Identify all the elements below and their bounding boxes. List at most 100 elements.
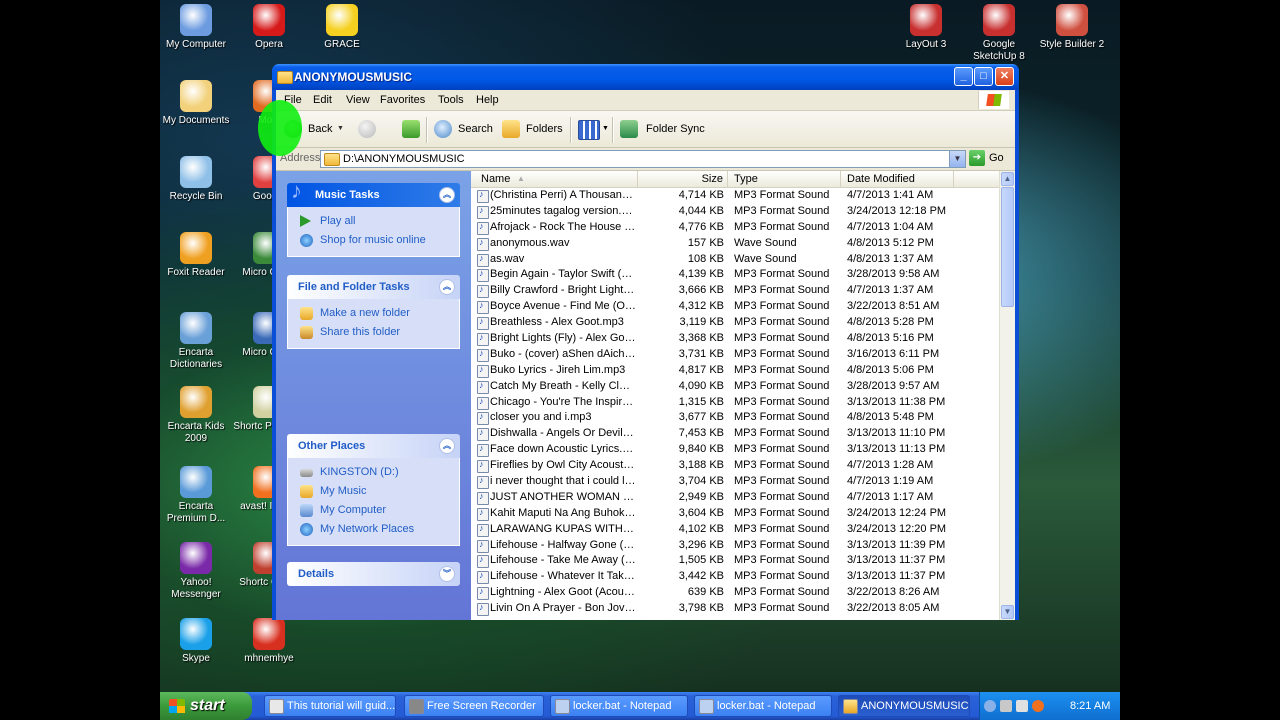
column-name[interactable]: Name ▲ [471,171,638,187]
chevron-up-icon[interactable]: ︽ [439,438,455,454]
address-dropdown-icon[interactable]: ▼ [949,151,965,167]
taskbar-label: This tutorial will guid... [287,700,396,712]
file-folder-tasks-header[interactable]: File and Folder Tasks ︽ [287,275,460,299]
file-row[interactable]: Lifehouse - Take Me Away (A... 1,505 KB MP… [471,553,1000,569]
desktop-icon[interactable]: Skype [160,618,232,665]
desktop-icon[interactable]: My Computer [160,4,232,51]
file-row[interactable]: Boyce Avenue - Find Me (Offi... 4,312 KB M… [471,299,1000,315]
file-row[interactable]: closer you and i.mp3 3,677 KB MP3 Format S… [471,410,1000,426]
folder-sync-button[interactable]: Folder Sync [620,120,705,138]
desktop-icon[interactable]: mhnemhye [233,618,305,665]
file-row[interactable]: i never thought that i could lo... 3,704 … [471,474,1000,490]
file-row[interactable]: Lifehouse - Whatever It Take... 3,442 KB M… [471,569,1000,585]
menu-view[interactable]: View [346,94,370,106]
file-row[interactable]: Buko - (cover) aShen dAiche... 3,731 KB MP… [471,347,1000,363]
column-size[interactable]: Size [638,171,728,187]
back-dropdown-icon[interactable]: ▼ [337,125,344,132]
details-header[interactable]: Details ︾ [287,562,460,586]
file-type: MP3 Format Sound [734,506,830,519]
file-row[interactable]: 25minutes tagalog version.mp3 4,044 KB MP3… [471,204,1000,220]
file-row[interactable]: Breathless - Alex Goot.mp3 3,119 KB MP3 Fo… [471,315,1000,331]
desktop-icon[interactable]: Encarta Dictionaries [160,312,232,371]
column-filler [954,171,1000,187]
taskbar-button-tutorial[interactable]: This tutorial will guid... [264,695,396,717]
tray-arrow-icon[interactable] [984,700,996,712]
start-button[interactable]: start [160,692,252,720]
scroll-down-icon[interactable]: ▼ [1001,605,1014,619]
taskbar-button-notepad-2[interactable]: locker.bat - Notepad [694,695,832,717]
desktop-icon[interactable]: Opera [233,4,305,51]
maximize-button[interactable]: □ [974,67,993,86]
scroll-thumb[interactable] [1001,187,1014,307]
search-button[interactable]: Search [434,120,493,138]
place-my-computer[interactable]: My Computer [288,501,459,520]
file-row[interactable]: Lightning - Alex Goot (Acousti... 639 KB M… [471,585,1000,601]
go-button[interactable]: ➔ Go [969,150,1004,166]
desktop-icon[interactable]: My Documents [160,80,232,127]
tray-recorder-icon[interactable] [1016,700,1028,712]
file-row[interactable]: Fireflies by Owl City Acoustic ... 3,188 … [471,458,1000,474]
file-row[interactable]: Dishwalla - Angels Or Devils --... 7,453 … [471,426,1000,442]
task-shop-music[interactable]: Shop for music online [288,231,459,250]
music-tasks-header[interactable]: ♪ Music Tasks ︽ [287,179,460,207]
chevron-up-icon[interactable]: ︽ [439,279,455,295]
desktop-icon[interactable]: Yahoo! Messenger [160,542,232,601]
taskbar-button-recorder[interactable]: Free Screen Recorder [404,695,544,717]
chevron-down-icon[interactable]: ︾ [439,566,455,582]
file-row[interactable]: LARAWANG KUPAS WITH LYR... 4,102 KB MP3 Fo… [471,522,1000,538]
column-date[interactable]: Date Modified [841,171,954,187]
desktop-icon[interactable]: Foxit Reader [160,232,232,279]
file-row[interactable]: anonymous.wav 157 KB Wave Sound 4/8/2013 5:… [471,236,1000,252]
desktop-icon[interactable]: Recycle Bin [160,156,232,203]
place-my-network[interactable]: My Network Places [288,520,459,539]
file-date: 4/7/2013 1:17 AM [847,490,934,503]
file-row[interactable]: Face down Acoustic Lyrics.mp3 9,840 KB MP3… [471,442,1000,458]
task-share-folder[interactable]: Share this folder [288,323,459,342]
taskbar-button-notepad-1[interactable]: locker.bat - Notepad [550,695,688,717]
taskbar-button-anonymousmusic[interactable]: ANONYMOUSMUSIC [838,695,970,717]
minimize-button[interactable]: _ [954,67,973,86]
file-row[interactable]: Catch My Breath - Kelly Clarks... 4,090 K… [471,379,1000,395]
file-row[interactable]: Kahit Maputi Na Ang Buhok Ko... 3,604 KB M… [471,506,1000,522]
application-icon [180,312,212,344]
desktop-icon[interactable]: Google SketchUp 8 [963,4,1035,63]
place-my-music[interactable]: My Music [288,482,459,501]
file-row[interactable]: Afrojack - Rock The House (O... 4,776 KB M… [471,220,1000,236]
close-button[interactable]: ✕ [995,67,1014,86]
desktop-icon[interactable]: GRACE [306,4,378,51]
menu-tools[interactable]: Tools [438,94,464,106]
file-row[interactable]: Buko Lyrics - Jireh Lim.mp3 4,817 KB MP3 F… [471,363,1000,379]
place-kingston-drive[interactable]: KINGSTON (D:) [288,463,459,482]
file-row[interactable]: Bright Lights (Fly) - Alex Goot ... 3,368… [471,331,1000,347]
tray-avast-icon[interactable] [1032,700,1044,712]
menu-edit[interactable]: Edit [313,94,332,106]
title-bar[interactable]: ANONYMOUSMUSIC _ □ ✕ [272,64,1019,90]
scroll-up-icon[interactable]: ▲ [1001,172,1014,186]
file-date: 4/7/2013 1:37 AM [847,284,934,297]
desktop-icon[interactable]: Encarta Premium D... [160,466,232,525]
vertical-scrollbar[interactable]: ▲ ▼ [999,171,1015,620]
task-make-new-folder[interactable]: Make a new folder [288,304,459,323]
file-row[interactable]: Begin Again - Taylor Swift (Al... 4,139 K… [471,267,1000,283]
file-row[interactable]: as.wav 108 KB Wave Sound 4/8/2013 1:37 AM [471,252,1000,268]
file-type: MP3 Format Sound [734,284,830,297]
menu-help[interactable]: Help [476,94,499,106]
other-places-header[interactable]: Other Places ︽ [287,434,460,458]
file-row[interactable]: Billy Crawford - Bright Lights.... 3,666 … [471,283,1000,299]
address-input[interactable]: D:\ANONYMOUSMUSIC ▼ [320,150,966,168]
folders-button[interactable]: Folders [502,120,563,138]
menu-favorites[interactable]: Favorites [380,94,425,106]
file-row[interactable]: Chicago - You're The Inspirati... 1,315 K… [471,395,1000,411]
task-play-all[interactable]: Play all [288,212,459,231]
desktop-icon[interactable]: LayOut 3 [890,4,962,51]
file-row[interactable]: Lifehouse - Halfway Gone (St... 3,296 KB M… [471,538,1000,554]
desktop-icon[interactable]: Encarta Kids 2009 [160,386,232,445]
clock[interactable]: 8:21 AM [1070,700,1110,712]
desktop-icon[interactable]: Style Builder 2 [1036,4,1108,51]
file-row[interactable]: Livin On A Prayer - Bon Jovi (... 3,798 K… [471,601,1000,617]
tray-network-icon[interactable] [1000,700,1012,712]
file-row[interactable]: JUST ANOTHER WOMAN IN L... 2,949 KB MP3 Fo… [471,490,1000,506]
column-type[interactable]: Type [728,171,841,187]
file-row[interactable]: (Christina Perri) A Thousand Y... 4,714 K… [471,188,1000,204]
chevron-up-icon[interactable]: ︽ [439,187,455,203]
